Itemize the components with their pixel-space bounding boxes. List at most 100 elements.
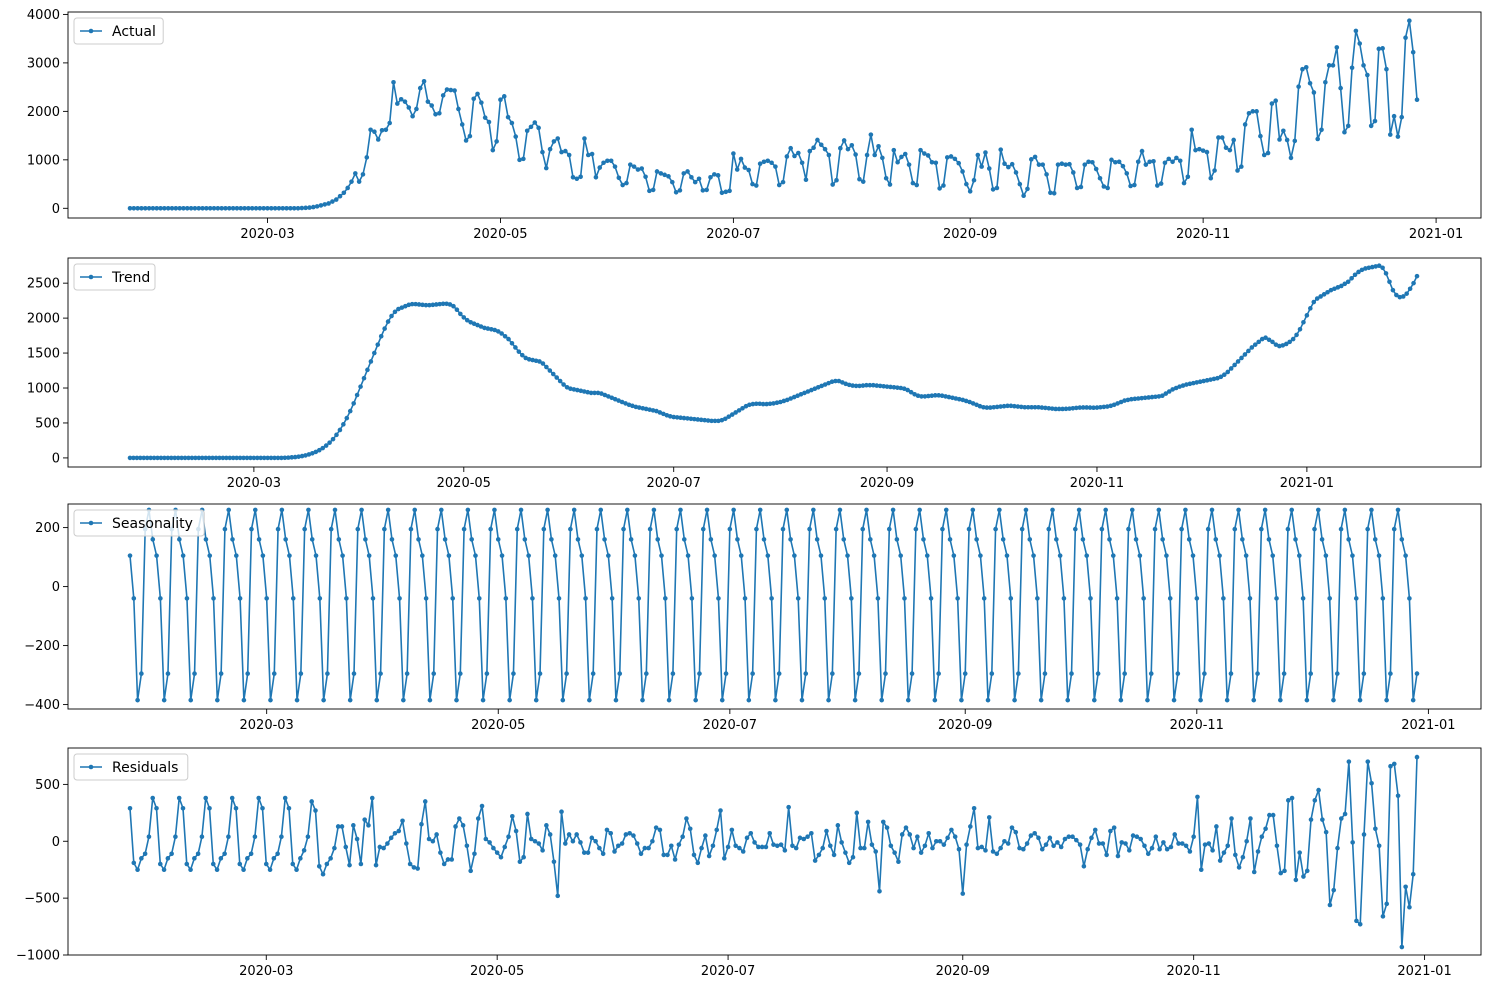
seasonality-point [1353,596,1359,601]
residuals-point [449,857,455,862]
residuals-point [1032,831,1037,836]
actual-point [811,145,816,151]
residuals-point [892,850,897,855]
residuals-point [1289,795,1295,801]
residuals-point [608,831,614,836]
residuals-point [248,851,254,857]
actual-point [1387,132,1393,137]
actual-point [1090,159,1095,165]
seasonality-point [1042,671,1048,676]
residuals-point [438,850,443,855]
residuals-point [877,889,882,894]
seasonality-point [283,537,288,542]
actual-point [1074,185,1080,191]
actual-point [536,125,541,131]
trend-ytick-label: 1000 [27,382,60,397]
residuals-point [634,841,640,846]
actual-point [1349,65,1355,71]
actual-point [1239,164,1244,169]
seasonality-point [712,553,717,558]
residuals-point [1320,817,1325,822]
residuals-point [1282,868,1287,874]
residuals-point [714,827,720,833]
seasonality-point [943,507,949,513]
actual-point [944,155,950,160]
seasonality-point [1293,537,1298,542]
actual-point [1028,157,1034,162]
seasonality-point [1012,697,1017,703]
residuals-point [1407,904,1412,910]
seasonality-point [583,596,588,601]
trend-point [513,345,518,350]
seasonality-point [1038,697,1044,703]
actual-point [1105,185,1110,191]
residuals-point [540,848,545,853]
seasonality-point [1217,553,1222,558]
residuals-point [354,836,360,842]
actual-point [986,166,992,171]
actual-point [941,183,946,188]
actual-point [528,124,534,130]
seasonality-point [1259,526,1264,532]
trend-series [127,263,1420,461]
residuals-point [930,845,935,851]
trend-point [454,307,460,313]
seasonality-point [275,526,281,532]
seasonality-point [856,671,862,676]
residuals-panel: 500 0 −500 −1000 2020-03 2020-05 2020-07 2020-0… [16,747,1482,979]
residuals-point [517,859,523,865]
seasonality-point [245,671,250,676]
trend-point [458,311,463,317]
actual-xtick-label: 2020-07 [706,227,760,242]
actual-point [547,146,553,152]
actual-point [563,148,568,154]
seasonality-point [959,697,964,703]
seasonality-point [1141,596,1146,601]
residuals-point [865,819,871,825]
residuals-point [578,840,583,845]
seasonality-point [230,537,235,542]
actual-point [314,204,320,209]
actual-point [952,156,958,162]
trend-ytick-label: 2500 [27,277,60,292]
residuals-point [404,841,409,846]
residuals-point [911,845,916,851]
actual-point [887,182,893,187]
seasonality-point [1289,507,1295,513]
seasonality-point [932,697,938,703]
residuals-point [415,866,420,871]
actual-point [1403,35,1408,40]
residuals-point [1172,832,1178,837]
residuals-point [547,832,553,837]
residuals-point [199,834,205,840]
seasonality-point [1285,526,1291,532]
seasonality-point [636,596,642,601]
residuals-point [362,817,367,822]
actual-point [1040,162,1046,167]
actual-point [498,97,503,103]
residuals-point [824,828,829,834]
seasonality-point [264,596,269,601]
residuals-point [638,851,644,857]
seasonality-point [461,526,467,532]
residuals-xtick-label: 2020-09 [936,964,990,979]
seasonality-point [1323,553,1329,558]
seasonality-point [655,537,661,542]
seasonality-point [978,553,983,558]
seasonality-point [621,526,626,532]
seasonality-point [420,553,425,558]
trend-point [351,401,356,406]
seasonality-point [564,671,569,676]
actual-point [876,143,881,149]
seasonality-point [321,697,326,703]
seasonality-point [469,537,474,542]
actual-point [410,113,415,119]
seasonality-point [1186,537,1192,542]
seasonality-point [351,671,357,676]
trend-point [361,375,367,381]
seasonality-point [215,697,220,703]
actual-point [1361,63,1366,68]
seasonality-point [533,697,539,703]
seasonality-point [716,596,721,601]
residuals-point [396,828,402,834]
